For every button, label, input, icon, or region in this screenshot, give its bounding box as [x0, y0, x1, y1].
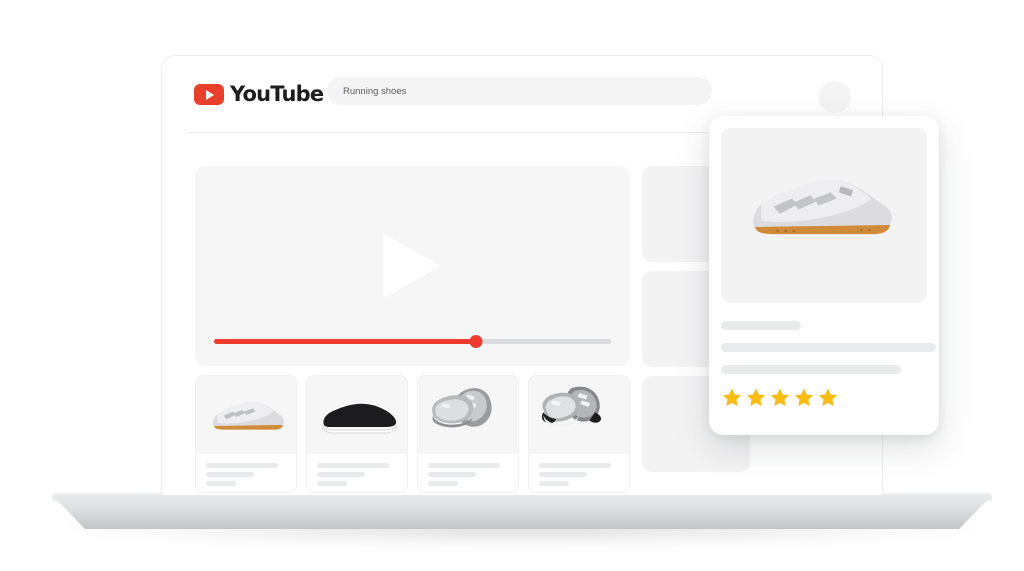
- product-card[interactable]: [306, 375, 408, 493]
- progress-fill: [214, 339, 477, 344]
- grey-running-shoe-pair-icon: [418, 376, 518, 454]
- product-overlay-card[interactable]: [709, 116, 939, 435]
- star-rating[interactable]: [721, 387, 927, 408]
- laptop-base: [52, 495, 992, 529]
- avatar[interactable]: [819, 81, 851, 113]
- youtube-wordmark: YouTube: [230, 82, 324, 106]
- white-gum-sole-sneaker-icon: [721, 128, 927, 303]
- product-card-placeholder-lines: [418, 454, 518, 490]
- product-card-placeholder-lines: [307, 454, 407, 490]
- search-input-value: Running shoes: [343, 85, 407, 97]
- screenshot-stage: YouTube Running shoes: [0, 0, 1024, 571]
- play-triangle-icon[interactable]: [383, 234, 440, 298]
- star-filled-icon: [722, 388, 742, 406]
- product-card-placeholder-lines: [196, 454, 296, 490]
- video-player[interactable]: [195, 166, 630, 366]
- product-card[interactable]: [195, 375, 297, 493]
- product-thumbnail-row: [195, 375, 630, 493]
- star-filled-icon: [746, 388, 766, 406]
- progress-handle[interactable]: [469, 335, 483, 348]
- star-filled-icon: [770, 388, 790, 406]
- overlay-placeholder-lines: [721, 321, 936, 374]
- search-input[interactable]: Running shoes: [327, 77, 712, 105]
- star-filled-icon: [794, 388, 814, 406]
- white-gum-sole-sneaker-icon: [196, 376, 296, 454]
- grey-trainer-pair-icon: [529, 376, 629, 454]
- product-card-placeholder-lines: [529, 454, 629, 490]
- video-progress-bar[interactable]: [214, 335, 611, 348]
- product-card[interactable]: [528, 375, 630, 493]
- black-slipon-sneaker-icon: [307, 376, 407, 454]
- youtube-logo[interactable]: YouTube: [194, 82, 324, 106]
- youtube-play-badge-icon: [194, 84, 224, 105]
- product-card[interactable]: [417, 375, 519, 493]
- star-filled-icon: [818, 388, 838, 406]
